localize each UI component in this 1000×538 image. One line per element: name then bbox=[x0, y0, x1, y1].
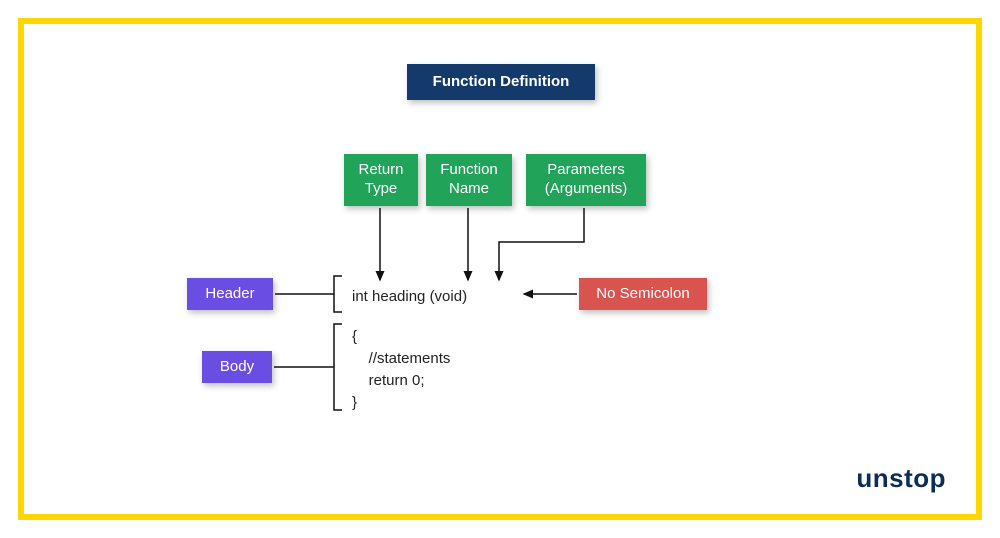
return-type-label: Return Type bbox=[344, 154, 418, 206]
diagram-canvas: Function Definition Return Type Function… bbox=[24, 24, 976, 514]
header-label: Header bbox=[187, 278, 273, 310]
logo-text: unstop bbox=[856, 463, 946, 493]
title-text: Function Definition bbox=[433, 73, 570, 92]
header-text: Header bbox=[205, 285, 254, 304]
body-text: Body bbox=[220, 358, 254, 377]
unstop-logo: unstop bbox=[856, 463, 946, 494]
function-name-text: Function Name bbox=[440, 161, 498, 199]
code-body-line4: } bbox=[352, 392, 357, 415]
parameters-text: Parameters (Arguments) bbox=[545, 161, 628, 199]
code-body-line3: return 0; bbox=[352, 370, 425, 393]
body-label: Body bbox=[202, 351, 272, 383]
parameters-label: Parameters (Arguments) bbox=[526, 154, 646, 206]
code-body-line1: { bbox=[352, 326, 357, 349]
title-box: Function Definition bbox=[407, 64, 595, 100]
no-semicolon-text: No Semicolon bbox=[596, 285, 689, 304]
return-type-text: Return Type bbox=[358, 161, 403, 199]
code-body-line2: //statements bbox=[352, 348, 450, 371]
function-name-label: Function Name bbox=[426, 154, 512, 206]
diagram-frame: Function Definition Return Type Function… bbox=[18, 18, 982, 520]
code-signature: int heading (void) bbox=[352, 286, 467, 309]
no-semicolon-label: No Semicolon bbox=[579, 278, 707, 310]
